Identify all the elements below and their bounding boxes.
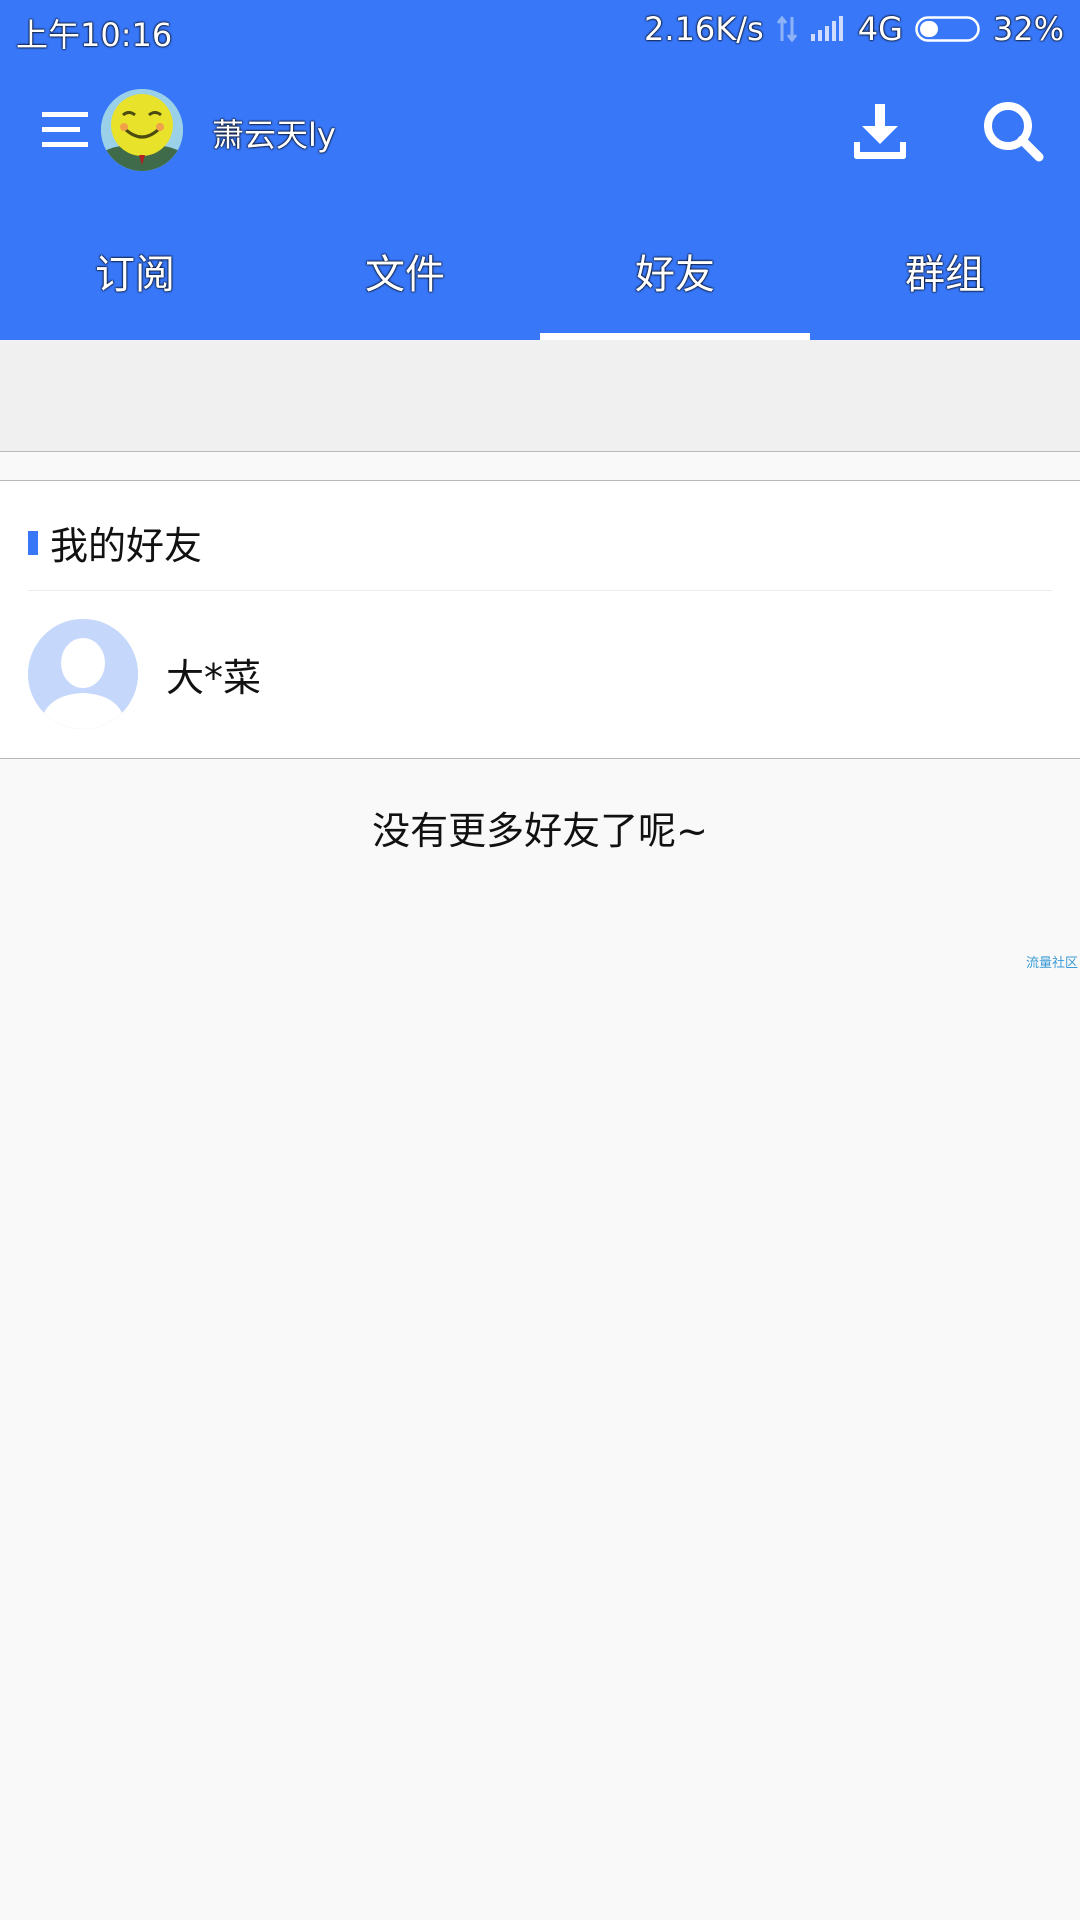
status-indicators: 2.16K/s 4G 32%	[644, 10, 1064, 48]
app-header: 上午10:16 2.16K/s 4G 32% 萧云天ly 订阅 文件 好友 群组	[0, 0, 1080, 340]
download-icon[interactable]	[850, 102, 910, 162]
smiley-avatar-icon	[101, 89, 183, 171]
watermark: 流量社区	[1025, 956, 1078, 971]
tab-bar: 订阅 文件 好友 群组	[0, 220, 1080, 340]
user-avatar[interactable]	[101, 89, 183, 171]
tab-label: 群组	[905, 252, 985, 298]
friend-avatar	[28, 619, 138, 729]
list-item[interactable]: 大*菜	[0, 591, 1080, 758]
tab-groups[interactable]: 群组	[810, 220, 1080, 340]
app-bar: 萧云天ly	[0, 58, 1080, 204]
signal-icon	[810, 16, 843, 41]
spacer-band	[0, 340, 1080, 452]
tab-subscribe[interactable]: 订阅	[0, 220, 270, 340]
tab-active-indicator	[540, 333, 810, 340]
battery-icon	[915, 16, 980, 42]
tab-files[interactable]: 文件	[270, 220, 540, 340]
tab-label: 好友	[635, 252, 715, 298]
section-accent-bar	[28, 530, 38, 555]
username[interactable]: 萧云天ly	[212, 110, 336, 156]
net-speed: 2.16K/s	[644, 10, 764, 48]
section-title: 我的好友	[28, 515, 202, 570]
tab-friends[interactable]: 好友	[540, 220, 810, 340]
tab-label: 文件	[365, 252, 445, 298]
search-icon[interactable]	[982, 100, 1044, 162]
status-time: 上午10:16	[16, 16, 173, 54]
tab-label: 订阅	[95, 252, 175, 298]
friend-name: 大*菜	[166, 656, 262, 700]
data-transfer-icon	[776, 15, 797, 43]
default-avatar-icon	[28, 619, 138, 729]
menu-icon[interactable]	[42, 110, 88, 150]
status-bar: 上午10:16 2.16K/s 4G 32%	[0, 0, 1080, 58]
section-title-text: 我的好友	[50, 524, 203, 568]
network-type: 4G	[857, 10, 903, 48]
battery-percent: 32%	[992, 10, 1064, 48]
friends-card: 我的好友 大*菜	[0, 480, 1080, 759]
no-more-text: 没有更多好友了呢~	[372, 809, 708, 853]
